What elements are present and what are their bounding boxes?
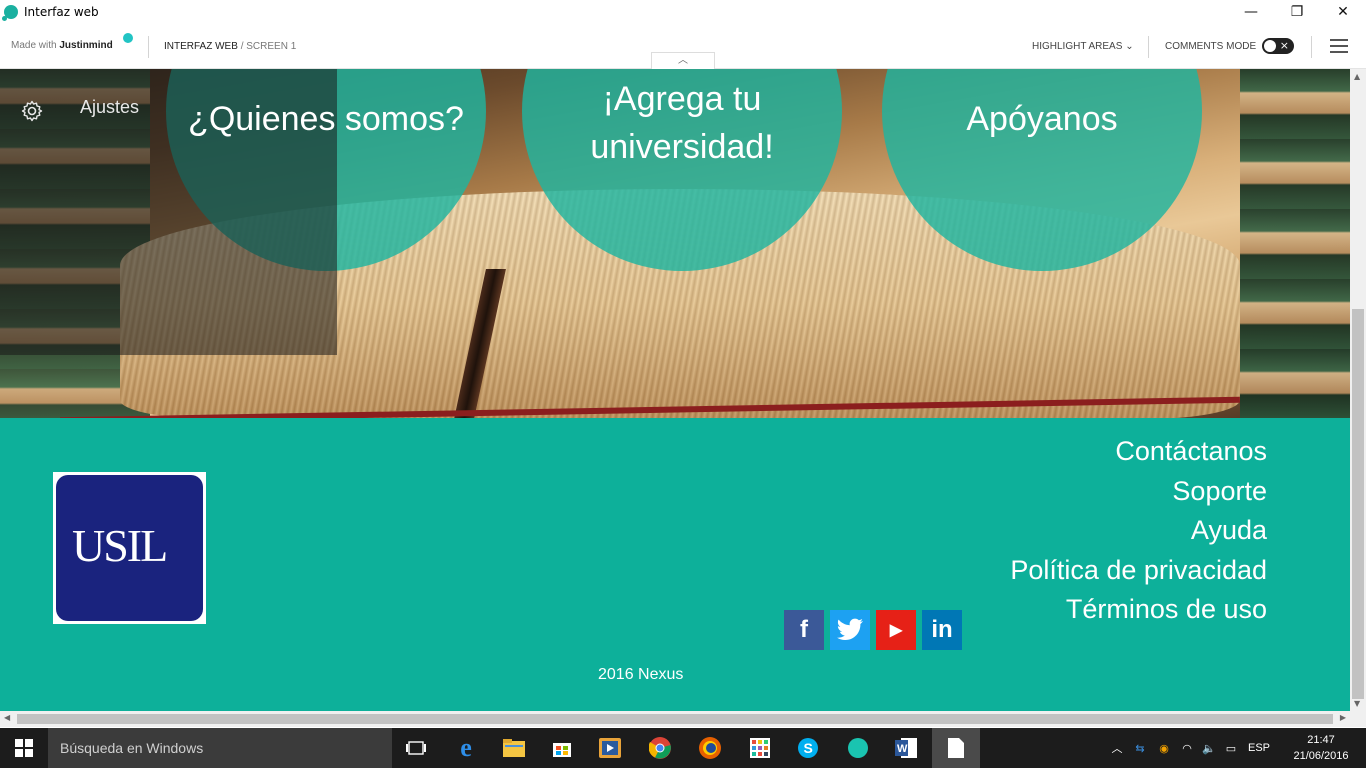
- word-icon[interactable]: W: [882, 728, 930, 768]
- scrollbar-corner: [1350, 711, 1366, 727]
- justinmind-taskbar-icon[interactable]: [834, 728, 882, 768]
- start-button[interactable]: [0, 728, 48, 768]
- screen-name: / SCREEN 1: [240, 41, 297, 52]
- windows-logo-icon: [15, 739, 33, 757]
- input-language[interactable]: ESP: [1242, 742, 1276, 754]
- collapse-toolbar-button[interactable]: ︿: [651, 52, 715, 69]
- horizontal-scroll-thumb[interactable]: [17, 714, 1333, 724]
- window-title: Interfaz web: [24, 5, 99, 19]
- svg-text:S: S: [804, 740, 813, 756]
- terms-of-use-link[interactable]: Términos de uso: [1066, 594, 1267, 625]
- justinmind-app-icon: [2, 5, 18, 21]
- search-placeholder: Búsqueda en Windows: [60, 740, 204, 756]
- bookshelf-right: [1240, 69, 1350, 418]
- add-university-line1: ¡Agrega tu: [602, 80, 762, 118]
- copyright-text: 2016 Nexus: [598, 666, 684, 683]
- made-with-label[interactable]: Made with Justinmind: [11, 40, 113, 51]
- project-name: INTERFAZ WEB: [164, 41, 238, 52]
- comments-mode-toggle[interactable]: [1262, 38, 1294, 54]
- hero-books-image: ¿Quienes somos? ¡Agrega tu universidad! …: [0, 69, 1350, 418]
- about-us-label[interactable]: ¿Quienes somos?: [176, 99, 476, 139]
- toolbar-divider: [1148, 36, 1149, 58]
- scroll-down-icon[interactable]: ▼: [1354, 699, 1360, 708]
- screen-breadcrumb[interactable]: INTERFAZ WEB / SCREEN 1: [164, 41, 296, 52]
- toolbar-divider: [1311, 36, 1312, 58]
- add-university-label[interactable]: ¡Agrega tu universidad!: [530, 75, 834, 171]
- taskbar-clock[interactable]: 21:47 21/06/2016: [1285, 732, 1357, 764]
- edge-browser-icon[interactable]: e: [442, 728, 490, 768]
- scroll-up-icon[interactable]: ▲: [1354, 72, 1360, 81]
- media-player-icon[interactable]: [586, 728, 634, 768]
- clock-time: 21:47: [1307, 734, 1335, 746]
- gear-icon: [21, 100, 43, 122]
- logo-text: USIL: [72, 520, 168, 571]
- support-link[interactable]: Soporte: [1172, 476, 1267, 507]
- svg-text:W: W: [897, 743, 908, 755]
- justinmind-logo-dot: [123, 33, 133, 43]
- made-with-prefix: Made with: [11, 40, 57, 51]
- file-explorer-icon[interactable]: [490, 728, 538, 768]
- apps-grid-icon[interactable]: [736, 728, 784, 768]
- logo-background: USIL: [56, 475, 203, 621]
- privacy-policy-link[interactable]: Política de privacidad: [1010, 555, 1267, 586]
- window-titlebar: Interfaz web — ❐ ✕: [0, 0, 1366, 24]
- taskbar-search-box[interactable]: Búsqueda en Windows: [48, 728, 392, 768]
- support-us-label[interactable]: Apóyanos: [882, 99, 1202, 139]
- blank-document-icon[interactable]: [932, 728, 980, 768]
- scroll-left-icon[interactable]: ◀: [4, 713, 10, 722]
- windows-taskbar: Búsqueda en Windows e S W ︿ ⇆ ◉ ◠ 🔈 ▭ ES…: [0, 728, 1366, 768]
- youtube-icon[interactable]: ▶: [876, 610, 916, 650]
- settings-menu-item[interactable]: [20, 99, 44, 123]
- facebook-icon[interactable]: f: [784, 610, 824, 650]
- clock-date: 21/06/2016: [1293, 750, 1349, 762]
- settings-label[interactable]: Ajustes: [80, 97, 139, 118]
- made-with-brand: Justinmind: [59, 40, 113, 51]
- twitter-bird-icon: [836, 618, 863, 640]
- system-tray: ︿ ⇆ ◉ ◠ 🔈 ▭ ESP: [1106, 728, 1276, 768]
- site-footer: USIL Contáctanos Soporte Ayuda Política …: [0, 418, 1350, 711]
- chevron-down-icon: ⌄: [1125, 41, 1134, 52]
- teamviewer-icon[interactable]: ⇆: [1128, 742, 1152, 755]
- notifications-icon[interactable]: ▭: [1220, 742, 1242, 755]
- show-hidden-icons[interactable]: ︿: [1106, 740, 1128, 756]
- window-controls: — ❐ ✕: [1228, 0, 1366, 24]
- vertical-scrollbar[interactable]: ▲ ▼: [1350, 69, 1366, 711]
- help-link[interactable]: Ayuda: [1191, 515, 1267, 546]
- twitter-icon[interactable]: [830, 610, 870, 650]
- toolbar-divider: [148, 36, 149, 58]
- menu-icon[interactable]: [1330, 39, 1348, 53]
- scroll-right-icon[interactable]: ▶: [1340, 713, 1346, 722]
- linkedin-icon[interactable]: in: [922, 610, 962, 650]
- highlight-areas-dropdown[interactable]: HIGHLIGHT AREAS ⌄: [1032, 41, 1134, 52]
- add-university-line2: universidad!: [590, 128, 774, 166]
- restore-button[interactable]: ❐: [1274, 0, 1320, 24]
- avast-icon[interactable]: ◉: [1152, 742, 1176, 755]
- highlight-areas-label: HIGHLIGHT AREAS: [1032, 41, 1123, 52]
- wifi-icon[interactable]: ◠: [1176, 742, 1198, 755]
- vertical-scroll-thumb[interactable]: [1352, 309, 1364, 699]
- horizontal-scrollbar[interactable]: ◀ ▶: [0, 711, 1350, 727]
- firefox-icon[interactable]: [686, 728, 734, 768]
- chrome-icon[interactable]: [636, 728, 684, 768]
- comments-mode-label: COMMENTS MODE: [1165, 41, 1257, 52]
- volume-icon[interactable]: 🔈: [1198, 742, 1220, 755]
- task-view-icon[interactable]: [392, 728, 440, 768]
- prototype-canvas: ¿Quienes somos? ¡Agrega tu universidad! …: [0, 69, 1350, 711]
- skype-icon[interactable]: S: [784, 728, 832, 768]
- usil-logo[interactable]: USIL: [53, 472, 206, 624]
- store-icon[interactable]: [538, 728, 586, 768]
- close-button[interactable]: ✕: [1320, 0, 1366, 24]
- minimize-button[interactable]: —: [1228, 0, 1274, 24]
- contact-link[interactable]: Contáctanos: [1115, 436, 1267, 467]
